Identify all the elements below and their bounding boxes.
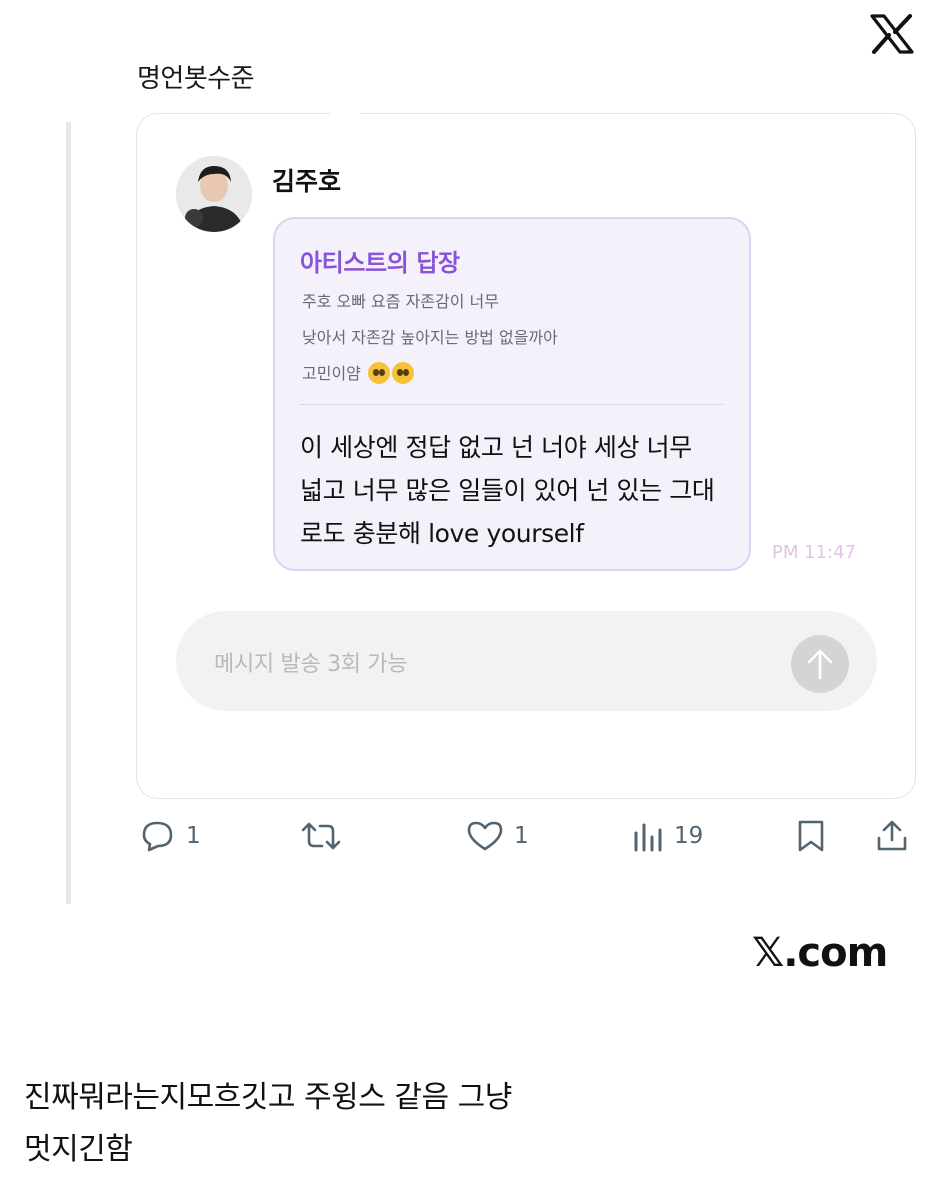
views-count: 19 bbox=[674, 823, 704, 849]
pleading-face-emoji-icon bbox=[367, 362, 390, 384]
views-action[interactable]: 19 bbox=[632, 816, 703, 856]
retweet-action[interactable] bbox=[300, 816, 342, 856]
caption-line: 진짜뭐라는지모흐깃고 주윙스 같음 그냥 bbox=[24, 1080, 512, 1115]
x-com-watermark: 𝕏.com bbox=[752, 930, 888, 976]
send-button[interactable] bbox=[791, 635, 849, 693]
reply-icon bbox=[142, 821, 173, 852]
avatar[interactable] bbox=[176, 156, 252, 232]
card-notch bbox=[330, 108, 360, 118]
fan-message-line: 낮아서 자존감 높아지는 방법 없을까아 bbox=[302, 328, 558, 347]
like-count: 1 bbox=[514, 823, 529, 849]
reply-line: 로도 충분해 love yourself bbox=[300, 519, 584, 548]
fan-message-line: 주호 오빠 요즘 자존감이 너무 bbox=[302, 292, 499, 311]
bubble-divider bbox=[300, 404, 723, 405]
caption: 진짜뭐라는지모흐깃고 주윙스 같음 그냥 멋지긴함 bbox=[24, 1072, 512, 1176]
fan-message-line-with-emoji: 고민이얌 bbox=[302, 356, 558, 392]
message-input-placeholder: 메시지 발송 3회 가능 bbox=[214, 652, 408, 677]
reply-count: 1 bbox=[186, 823, 201, 849]
share-icon bbox=[877, 820, 907, 851]
share-action[interactable] bbox=[875, 816, 909, 856]
message-time: PM 11:47 bbox=[772, 542, 856, 563]
tweet-text: 명언봇수준 bbox=[137, 64, 255, 94]
fan-message-line: 고민이얌 bbox=[302, 364, 361, 383]
like-action[interactable]: 1 bbox=[466, 816, 529, 856]
thread-line bbox=[66, 122, 71, 904]
retweet-icon bbox=[301, 822, 341, 850]
bubble-title: 아티스트의 답장 bbox=[300, 249, 460, 277]
artist-name: 김주호 bbox=[272, 167, 342, 196]
pleading-face-emoji-icon bbox=[391, 362, 414, 384]
bookmark-action[interactable] bbox=[796, 816, 826, 856]
x-logo-icon bbox=[870, 14, 914, 54]
arrow-up-icon bbox=[807, 649, 833, 680]
caption-line: 멋지긴함 bbox=[24, 1132, 133, 1167]
views-icon bbox=[634, 823, 662, 852]
reply-action[interactable]: 1 bbox=[138, 816, 201, 856]
bookmark-icon bbox=[798, 820, 824, 852]
reply-line: 이 세상엔 정답 없고 넌 너야 세상 너무 bbox=[300, 433, 692, 462]
artist-reply: 이 세상엔 정답 없고 넌 너야 세상 너무 넓고 너무 많은 일들이 있어 넌… bbox=[300, 426, 740, 555]
reply-line: 넓고 너무 많은 일들이 있어 넌 있는 그대 bbox=[300, 476, 715, 505]
fan-message: 주호 오빠 요즘 자존감이 너무 낮아서 자존감 높아지는 방법 없을까아 고민… bbox=[302, 284, 558, 392]
heart-icon bbox=[467, 821, 503, 851]
